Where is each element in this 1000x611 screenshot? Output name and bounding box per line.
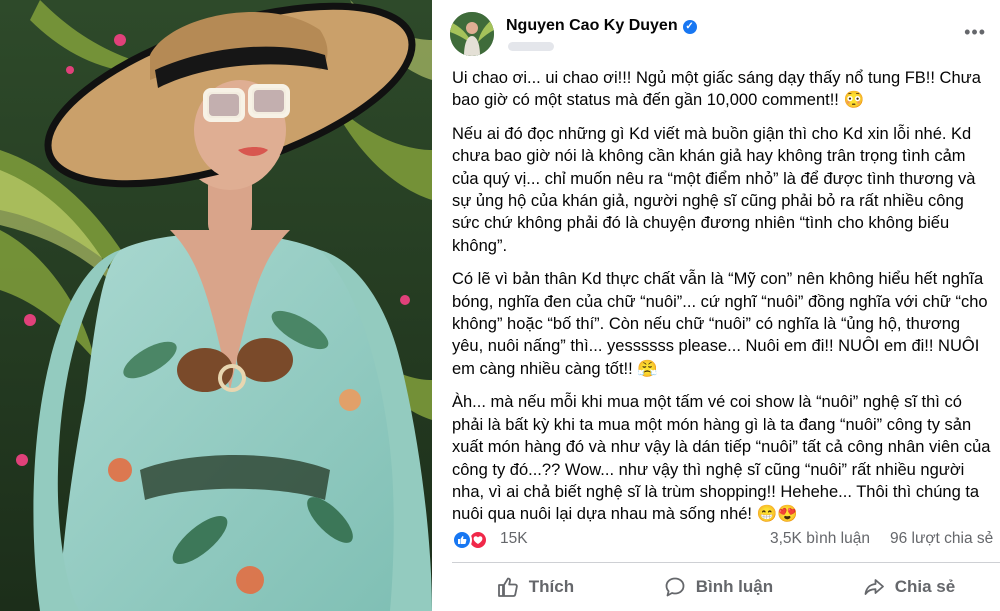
share-button-label: Chia sẻ xyxy=(894,577,956,596)
share-button[interactable]: Chia sẻ xyxy=(863,576,955,598)
verified-badge-icon: ✓ xyxy=(682,20,697,34)
share-icon xyxy=(864,579,884,595)
reactions-count[interactable]: 15K xyxy=(500,530,528,548)
author-name-text[interactable]: Nguyen Cao Ky Duyen xyxy=(506,17,678,34)
comment-button-label: Bình luận xyxy=(695,577,774,596)
post-photo[interactable] xyxy=(0,0,432,611)
post-paragraph-3: Có lẽ vì bản thân Kd thực chất vẫn là “M… xyxy=(452,270,988,378)
comment-button[interactable]: Bình luận xyxy=(664,576,773,598)
divider xyxy=(452,562,1000,563)
shares-count[interactable]: 96 lượt chia sẻ xyxy=(890,530,993,548)
post-paragraph-4: Àh... mà nếu mỗi khi mua một tấm vé coi … xyxy=(452,393,991,524)
post-body: Ui chao ơi... ui chao ơi!!! Ngủ một giấc… xyxy=(452,67,992,537)
post-paragraph-1: Ui chao ơi... ui chao ơi!!! Ngủ một giấc… xyxy=(452,69,981,110)
post-stats: 15K 3,5K bình luận 96 lượt chia sẻ xyxy=(452,528,997,552)
avatar[interactable] xyxy=(450,12,494,56)
avatar-image xyxy=(450,12,494,56)
post-paragraph-2: Nếu ai đó đọc những gì Kd viết mà buồn g… xyxy=(452,124,976,255)
author-name[interactable]: Nguyen Cao Ky Duyen ✓ xyxy=(506,17,697,35)
like-button-label: Thích xyxy=(528,577,575,596)
comment-icon xyxy=(665,577,685,597)
post-header: Nguyen Cao Ky Duyen ✓ ••• xyxy=(450,12,990,60)
comments-count[interactable]: 3,5K bình luận xyxy=(770,530,870,548)
like-reaction-icon[interactable] xyxy=(452,530,472,550)
facebook-post: Nguyen Cao Ky Duyen ✓ ••• Ui chao ơi... u… xyxy=(432,0,1000,611)
photo-illustration xyxy=(0,0,432,611)
thumbs-up-icon xyxy=(497,577,518,597)
more-options-icon[interactable]: ••• xyxy=(964,22,986,43)
post-actions: Thích Bình luận Chia sẻ xyxy=(452,564,1000,610)
post-timestamp-blurred xyxy=(508,42,554,51)
like-button[interactable]: Thích xyxy=(497,576,574,598)
